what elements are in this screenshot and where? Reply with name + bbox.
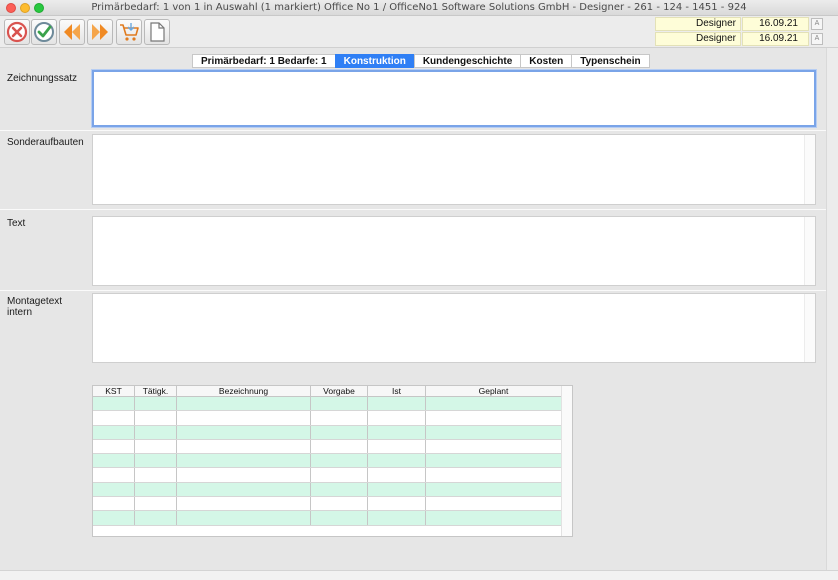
- text-label: Text: [7, 218, 26, 229]
- previous-button[interactable]: [59, 19, 85, 45]
- tab-primaerbedarf[interactable]: Primärbedarf: 1 Bedarfe: 1: [192, 54, 335, 68]
- column-header-ist[interactable]: Ist: [368, 386, 426, 396]
- table-row[interactable]: [93, 454, 562, 469]
- tab-kosten[interactable]: Kosten: [520, 54, 572, 68]
- tab-kundengeschichte[interactable]: Kundengeschichte: [413, 54, 521, 68]
- document-icon: [150, 22, 165, 42]
- confirm-button[interactable]: [31, 19, 57, 45]
- font-size-icon[interactable]: A: [811, 33, 823, 45]
- column-header-vorgabe[interactable]: Vorgabe: [311, 386, 368, 396]
- grid-header: KST Tätigk. Bezeichnung Vorgabe Ist Gepl…: [93, 386, 562, 397]
- column-header-kst[interactable]: KST: [93, 386, 135, 396]
- table-row[interactable]: [93, 397, 562, 412]
- zeichnungssatz-label: Zeichnungssatz: [7, 73, 78, 84]
- info-row-created: Designer 16.09.21: [655, 17, 809, 31]
- window-title: Primärbedarf: 1 von 1 in Auswahl (1 mark…: [91, 2, 747, 13]
- textarea-scrollbar[interactable]: [804, 135, 815, 204]
- column-header-geplant[interactable]: Geplant: [426, 386, 562, 396]
- table-row[interactable]: [93, 497, 562, 512]
- divider: [0, 290, 826, 291]
- next-button[interactable]: [87, 19, 113, 45]
- check-icon: [34, 22, 54, 42]
- info-date: 16.09.21: [742, 32, 809, 46]
- window-scrollbar[interactable]: [826, 48, 838, 570]
- info-row-modified: Designer 16.09.21: [655, 32, 809, 46]
- cancel-button[interactable]: [4, 19, 30, 45]
- sonderaufbauten-textarea[interactable]: [92, 134, 816, 205]
- info-user: Designer: [655, 17, 741, 31]
- title-bar: Primärbedarf: 1 von 1 in Auswahl (1 mark…: [0, 0, 838, 16]
- table-row[interactable]: [93, 425, 562, 440]
- cancel-icon: [6, 21, 28, 43]
- info-user: Designer: [655, 32, 741, 46]
- font-size-icon[interactable]: A: [811, 18, 823, 30]
- table-row[interactable]: [93, 482, 562, 498]
- tab-typenschein[interactable]: Typenschein: [571, 54, 650, 68]
- zeichnungssatz-textarea[interactable]: [92, 70, 816, 127]
- column-header-taetigkeit[interactable]: Tätigk.: [135, 386, 177, 396]
- prev-icon: [64, 24, 80, 40]
- status-bar: [0, 570, 838, 580]
- tab-bar: Primärbedarf: 1 Bedarfe: 1 Konstruktion …: [192, 54, 650, 68]
- table-row[interactable]: [93, 468, 562, 483]
- table-row[interactable]: [93, 411, 562, 426]
- montagetext-textarea[interactable]: [92, 293, 816, 363]
- tab-konstruktion[interactable]: Konstruktion: [334, 54, 414, 68]
- textarea-scrollbar[interactable]: [804, 294, 815, 362]
- grid-body: [93, 397, 562, 526]
- divider: [0, 209, 826, 210]
- document-button[interactable]: [144, 19, 170, 45]
- info-date: 16.09.21: [742, 17, 809, 31]
- textarea-scrollbar[interactable]: [804, 217, 815, 285]
- grid-scrollbar[interactable]: [561, 386, 572, 536]
- divider: [0, 130, 826, 131]
- column-header-bezeichnung[interactable]: Bezeichnung: [177, 386, 311, 396]
- table-row[interactable]: [93, 439, 562, 455]
- cart-button[interactable]: [116, 19, 142, 45]
- next-icon: [92, 24, 108, 40]
- table-row[interactable]: [93, 511, 562, 526]
- activity-grid[interactable]: KST Tätigk. Bezeichnung Vorgabe Ist Gepl…: [92, 385, 573, 537]
- cart-icon: [120, 23, 139, 41]
- sonderaufbauten-label: Sonderaufbauten: [7, 137, 84, 148]
- text-textarea[interactable]: [92, 216, 816, 286]
- montagetext-label: Montagetext intern: [7, 296, 63, 318]
